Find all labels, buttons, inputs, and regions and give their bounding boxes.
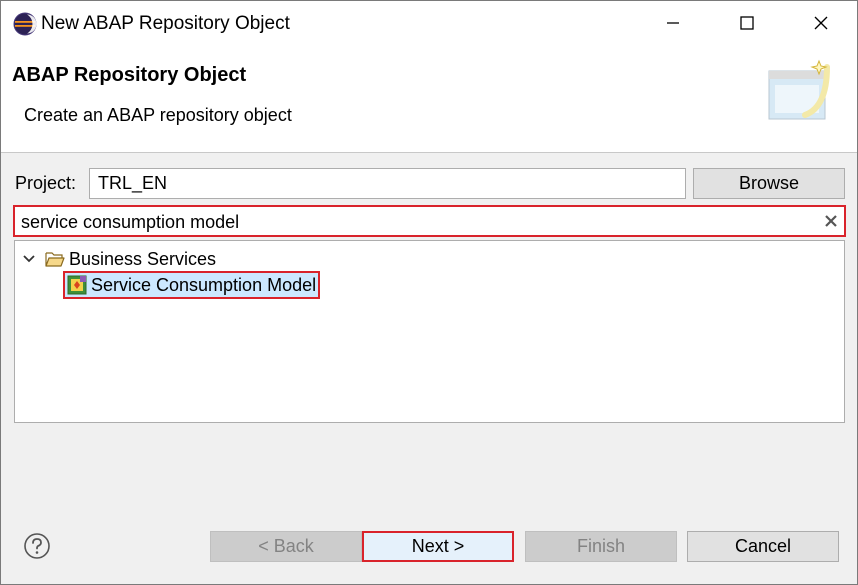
folder-open-icon	[45, 250, 65, 268]
maximize-button[interactable]	[711, 1, 783, 45]
maximize-icon	[740, 16, 754, 30]
search-field	[13, 205, 846, 237]
object-type-tree: Business Services Service Consumption Mo…	[14, 240, 845, 423]
tree-node-business-services[interactable]: Business Services	[21, 246, 216, 272]
wizard-banner: ABAP Repository Object Create an ABAP re…	[1, 45, 857, 153]
banner-title: ABAP Repository Object	[12, 64, 247, 86]
minimize-icon	[667, 22, 679, 24]
tree-node-label: Business Services	[69, 248, 217, 269]
tree-node-service-consumption-model[interactable]: Service Consumption Model	[63, 271, 321, 299]
chevron-down-icon[interactable]	[21, 251, 37, 267]
eclipse-icon	[13, 12, 37, 36]
project-input[interactable]	[89, 168, 686, 199]
window-title: New ABAP Repository Object	[41, 13, 290, 34]
help-icon[interactable]	[23, 532, 51, 560]
tree-node-label: Service Consumption Model	[91, 274, 317, 295]
title-bar: New ABAP Repository Object	[1, 1, 857, 45]
service-consumption-model-icon	[67, 275, 87, 295]
browse-button[interactable]: Browse	[693, 168, 845, 199]
close-icon	[814, 16, 828, 30]
next-button[interactable]: Next >	[362, 531, 514, 562]
search-input[interactable]	[21, 210, 801, 234]
minimize-button[interactable]	[637, 1, 709, 45]
selected-node-highlight[interactable]: Service Consumption Model	[63, 271, 321, 299]
clear-icon[interactable]	[823, 213, 839, 229]
project-label: Project:	[15, 173, 77, 193]
finish-button[interactable]: Finish	[525, 531, 677, 562]
banner-subtitle: Create an ABAP repository object	[24, 105, 292, 125]
wizard-window-icon	[765, 55, 835, 125]
back-button[interactable]: < Back	[210, 531, 362, 562]
dialog-window: New ABAP Repository Object ABAP Reposito…	[0, 0, 858, 585]
close-button[interactable]	[785, 1, 857, 45]
cancel-button[interactable]: Cancel	[687, 531, 839, 562]
